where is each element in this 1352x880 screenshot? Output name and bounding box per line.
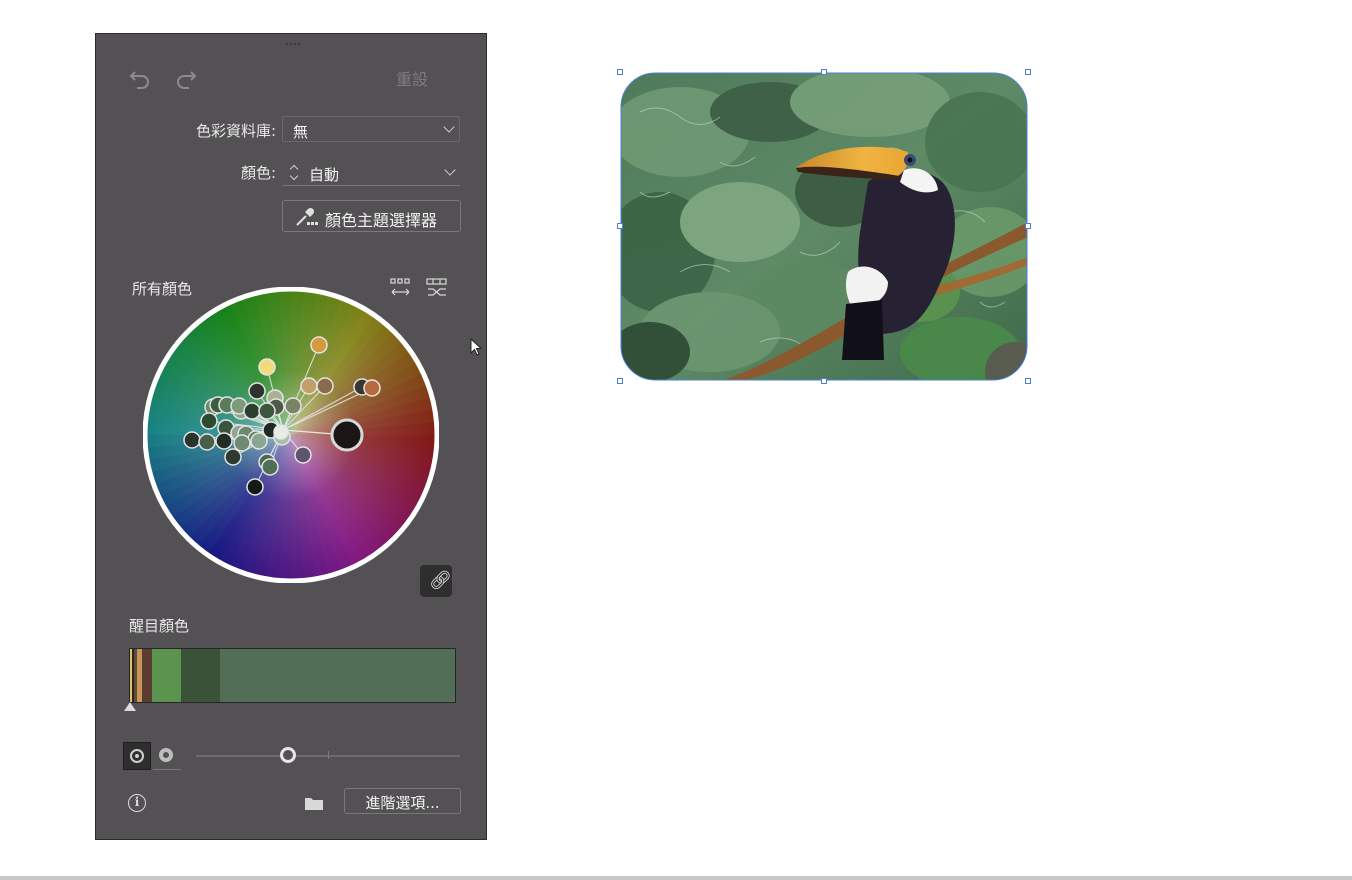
color-marker[interactable]: [284, 397, 302, 415]
prominent-colors-bar[interactable]: [129, 648, 456, 703]
color-marker[interactable]: [248, 382, 266, 400]
toucan-image: [620, 72, 1028, 381]
prominent-color-segment[interactable]: [220, 649, 455, 702]
color-marker[interactable]: [215, 432, 233, 450]
resize-handle-nw[interactable]: [617, 69, 623, 75]
resize-handle-e[interactable]: [1025, 223, 1031, 229]
prominent-color-segment[interactable]: [181, 649, 221, 702]
stepper-icon[interactable]: [288, 163, 300, 183]
resize-handle-n[interactable]: [821, 69, 827, 75]
color-marker[interactable]: [316, 377, 334, 395]
color-theme-picker-label: 顏色主題選擇器: [325, 211, 438, 230]
slider-tick: [328, 751, 329, 759]
chevron-down-icon: [443, 121, 455, 133]
colors-count-label: 顏色:: [240, 164, 276, 182]
color-marker[interactable]: [273, 424, 289, 440]
mouse-cursor-icon: [470, 338, 483, 356]
resize-handle-w[interactable]: [617, 223, 623, 229]
color-marker[interactable]: [200, 412, 218, 430]
color-marker[interactable]: [363, 379, 381, 397]
advanced-options-label: 進階選項...: [365, 794, 440, 812]
folder-icon[interactable]: [304, 795, 324, 811]
undo-icon[interactable]: [128, 68, 152, 95]
prominent-colors-heading: 醒目顏色: [129, 617, 190, 635]
panel-grip[interactable]: [286, 43, 300, 48]
color-marker[interactable]: [233, 434, 251, 452]
color-marker[interactable]: [250, 432, 268, 450]
advanced-options-button[interactable]: 進階選項...: [344, 788, 461, 814]
color-marker[interactable]: [183, 431, 201, 449]
show-brightness-toggle[interactable]: [153, 742, 181, 770]
color-marker[interactable]: [258, 402, 276, 420]
color-marker[interactable]: [243, 402, 261, 420]
base-color-marker[interactable]: [330, 418, 364, 452]
show-saturation-toggle[interactable]: [123, 742, 151, 770]
link-harmony-icon: 🔗︎: [429, 570, 452, 591]
eyedropper-icon: [296, 207, 318, 226]
colors-count-dropdown[interactable]: 自動: [282, 160, 460, 186]
color-wheel[interactable]: [143, 287, 439, 583]
prominent-color-segment[interactable]: [152, 649, 182, 702]
resize-handle-se[interactable]: [1025, 378, 1031, 384]
window-bottom-border: [0, 876, 1352, 880]
reset-button[interactable]: 重設: [396, 66, 428, 90]
recolor-artwork-panel: 重設 色彩資料庫: 無 顏色: 自動 顏色主題選擇器 所有顏色 🔗︎ 醒目顏色 …: [95, 33, 487, 840]
resize-handle-s[interactable]: [821, 378, 827, 384]
resize-handle-ne[interactable]: [1025, 69, 1031, 75]
color-library-dropdown[interactable]: 無: [282, 116, 460, 142]
color-marker[interactable]: [294, 446, 312, 464]
colors-count-value: 自動: [309, 166, 340, 184]
color-theme-picker-button[interactable]: 顏色主題選擇器: [282, 200, 461, 232]
color-library-value: 無: [293, 123, 309, 141]
redo-icon[interactable]: [174, 68, 198, 95]
brightness-icon: [159, 748, 173, 762]
brightness-slider-thumb[interactable]: [280, 747, 297, 763]
color-library-label: 色彩資料庫:: [195, 122, 276, 140]
info-icon[interactable]: i: [128, 794, 146, 812]
toucan-artwork[interactable]: [617, 69, 1031, 384]
chevron-down-icon: [444, 164, 456, 176]
color-marker[interactable]: [261, 458, 279, 476]
resize-handle-sw[interactable]: [617, 378, 623, 384]
color-marker[interactable]: [300, 377, 318, 395]
color-marker[interactable]: [224, 448, 242, 466]
link-harmony-button[interactable]: 🔗︎: [420, 565, 452, 597]
color-marker[interactable]: [310, 336, 328, 354]
color-marker[interactable]: [198, 433, 216, 451]
color-marker[interactable]: [258, 358, 276, 376]
prominent-color-segment[interactable]: [142, 649, 153, 702]
prominent-bar-marker[interactable]: [124, 702, 136, 711]
color-marker[interactable]: [246, 478, 264, 496]
saturation-icon: [130, 749, 144, 763]
